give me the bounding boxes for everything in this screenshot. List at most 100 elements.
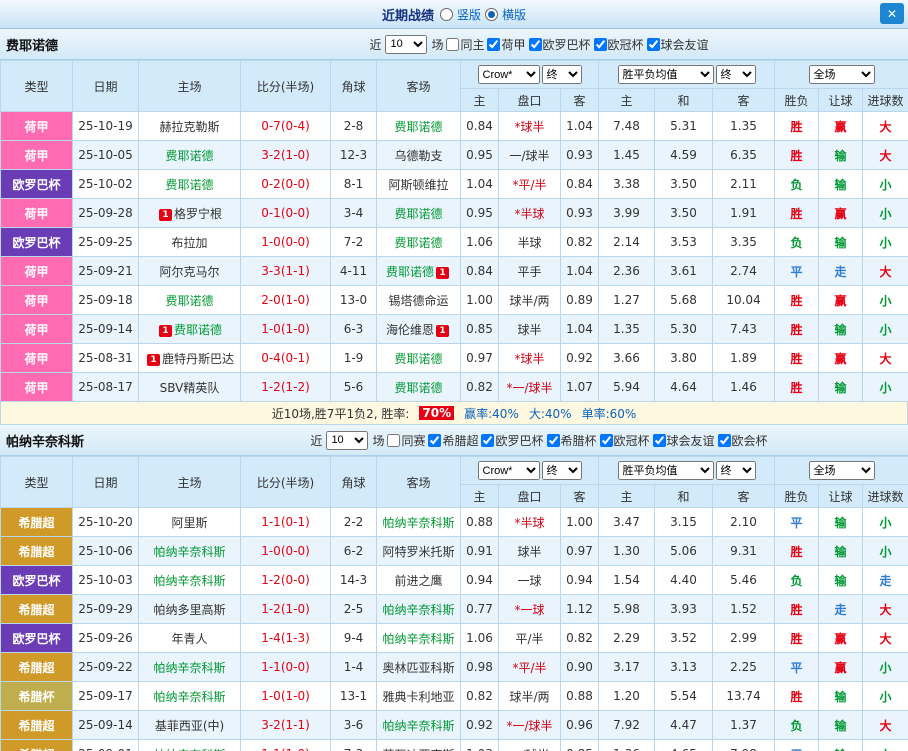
filter-荷甲[interactable]: 荷甲: [487, 36, 526, 53]
avg-away: 1.46: [712, 372, 776, 402]
match-row: 希腊超 25-10-20 阿里斯 1-1(0-1) 2-2 帕纳辛奈科斯 0.88 *半球 1.…: [0, 507, 908, 537]
match-date: 25-10-19: [72, 111, 139, 141]
near-count-select[interactable]: 10: [385, 34, 428, 54]
away-team: 帕纳辛奈科斯: [376, 594, 461, 624]
goals-result: 小: [862, 372, 908, 402]
col-header-date: 日期: [72, 60, 139, 112]
col-header-away: 客场: [376, 60, 461, 112]
filter-checkbox[interactable]: [717, 433, 731, 447]
close-button[interactable]: ✕: [880, 3, 904, 24]
odds-final-select[interactable]: 终: [541, 65, 582, 84]
filter-checkbox[interactable]: [428, 433, 442, 447]
score: 1-1(1-0): [240, 739, 331, 751]
avg-home: 5.94: [598, 372, 656, 402]
scope-select[interactable]: 全场: [808, 65, 875, 84]
goals-result: 大: [862, 710, 908, 740]
sub-avg-draw: 和: [654, 88, 714, 112]
filter-球会友谊[interactable]: 球会友谊: [646, 36, 709, 53]
match-row: 希腊超 25-09-22 帕纳辛奈科斯 1-1(0-0) 1-4 奥林匹亚科斯 0.98 *平…: [0, 652, 908, 682]
section-header: 费耶诺德 近 10 场同主 荷甲 欧罗巴杯 欧冠杯 球会友谊: [0, 29, 908, 60]
scope-select[interactable]: 全场: [808, 461, 875, 480]
avg-final-select[interactable]: 终: [715, 65, 756, 84]
home-team: 年青人: [138, 623, 241, 653]
score: 1-0(1-0): [240, 681, 331, 711]
filter-同主[interactable]: 同主: [446, 36, 484, 53]
league-badge: 欧罗巴杯: [0, 623, 73, 653]
score: 1-2(0-0): [240, 565, 331, 595]
layout-radio-horizontal[interactable]: [485, 7, 498, 21]
odds-source-select[interactable]: Crow*: [477, 65, 540, 84]
odds-source-select[interactable]: Crow*: [477, 461, 540, 480]
filter-欧冠杯[interactable]: 欧冠杯: [593, 36, 644, 53]
avg-home: 1.27: [598, 285, 656, 315]
filter-欧冠杯[interactable]: 欧冠杯: [599, 432, 650, 449]
near-count-select[interactable]: 10: [326, 430, 369, 450]
away-team: 帕纳辛奈科斯: [376, 507, 461, 537]
filter-checkbox[interactable]: [599, 433, 613, 447]
away-team: 阿斯顿维拉: [376, 169, 461, 199]
layout-radio-vertical[interactable]: [439, 7, 453, 21]
filter-checkbox[interactable]: [546, 433, 560, 447]
filter-checkbox[interactable]: [446, 37, 460, 51]
odds-away: 0.84: [559, 169, 600, 199]
filter-欧会杯[interactable]: 欧会杯: [717, 432, 768, 449]
corner-score: 2-2: [330, 507, 377, 537]
match-row: 荷甲 25-10-05 费耶诺德 3-2(1-0) 12-3 乌德勒支 0.95 一/球半 0.…: [0, 140, 908, 170]
filter-checkbox[interactable]: [593, 37, 607, 51]
match-date: 25-10-02: [72, 169, 139, 199]
result: 胜: [774, 314, 820, 344]
filter-希腊杯[interactable]: 希腊杯: [546, 432, 597, 449]
odds-home: 1.04: [460, 169, 499, 199]
home-team: 布拉加: [138, 227, 241, 257]
near-label: 近: [310, 433, 323, 448]
match-date: 25-10-20: [72, 507, 139, 537]
avg-source-select[interactable]: 胜平负均值: [617, 65, 714, 84]
away-team: 费耶诺德 1: [376, 256, 461, 286]
league-badge: 荷甲: [0, 140, 73, 170]
result: 胜: [774, 285, 820, 315]
avg-home: 3.66: [598, 343, 656, 373]
avg-away: 6.35: [712, 140, 776, 170]
handicap: *半球: [498, 507, 561, 537]
avg-away: 1.91: [712, 198, 776, 228]
filter-checkbox[interactable]: [487, 37, 501, 51]
handicap: 平手: [498, 256, 561, 286]
result: 平: [774, 507, 820, 537]
match-row: 荷甲 25-08-31 1 鹿特丹斯巴达 0-4(0-1) 1-9 费耶诺德 0.97 *球半 0…: [0, 343, 908, 373]
score: 1-2(1-2): [240, 372, 331, 402]
avg-group-header: 胜平负均值终: [598, 456, 776, 485]
avg-away: 2.10: [712, 507, 776, 537]
odds-final-select[interactable]: 终: [541, 461, 582, 480]
filter-欧罗巴杯[interactable]: 欧罗巴杯: [528, 36, 591, 53]
result: 负: [774, 227, 820, 257]
result: 胜: [774, 198, 820, 228]
league-badge: 希腊超: [0, 710, 73, 740]
col-header-type: 类型: [0, 60, 73, 112]
filter-球会友谊[interactable]: 球会友谊: [652, 432, 715, 449]
filter-checkbox[interactable]: [652, 433, 666, 447]
odds-home: 0.88: [460, 507, 499, 537]
result: 胜: [774, 372, 820, 402]
filter-欧罗巴杯[interactable]: 欧罗巴杯: [481, 432, 544, 449]
match-row: 希腊超 25-10-06 帕纳辛奈科斯 1-0(0-0) 6-2 阿特罗米托斯 0.91 球半…: [0, 536, 908, 566]
avg-draw: 3.50: [654, 169, 714, 199]
filter-checkbox[interactable]: [646, 37, 660, 51]
filter-希腊超[interactable]: 希腊超: [428, 432, 478, 449]
filter-同赛[interactable]: 同赛: [387, 432, 425, 449]
match-date: 25-09-26: [72, 623, 139, 653]
col-header-home: 主场: [138, 60, 241, 112]
goals-result: 大: [862, 111, 908, 141]
avg-final-select[interactable]: 终: [715, 461, 756, 480]
avg-away: 5.46: [712, 565, 776, 595]
filter-checkbox[interactable]: [481, 433, 495, 447]
filter-checkbox[interactable]: [528, 37, 542, 51]
result: 胜: [774, 343, 820, 373]
sub-result: 胜负: [774, 88, 820, 112]
filter-checkbox[interactable]: [387, 433, 401, 447]
odds-away: 0.85: [559, 739, 600, 751]
match-date: 25-09-22: [72, 652, 139, 682]
match-row: 希腊杯 25-09-17 帕纳辛奈科斯 1-0(1-0) 13-1 雅典卡利地亚 0.82 球…: [0, 681, 908, 711]
avg-source-select[interactable]: 胜平负均值: [617, 461, 714, 480]
handicap: 球半/两: [498, 681, 561, 711]
home-team: 帕纳辛奈科斯: [138, 681, 241, 711]
